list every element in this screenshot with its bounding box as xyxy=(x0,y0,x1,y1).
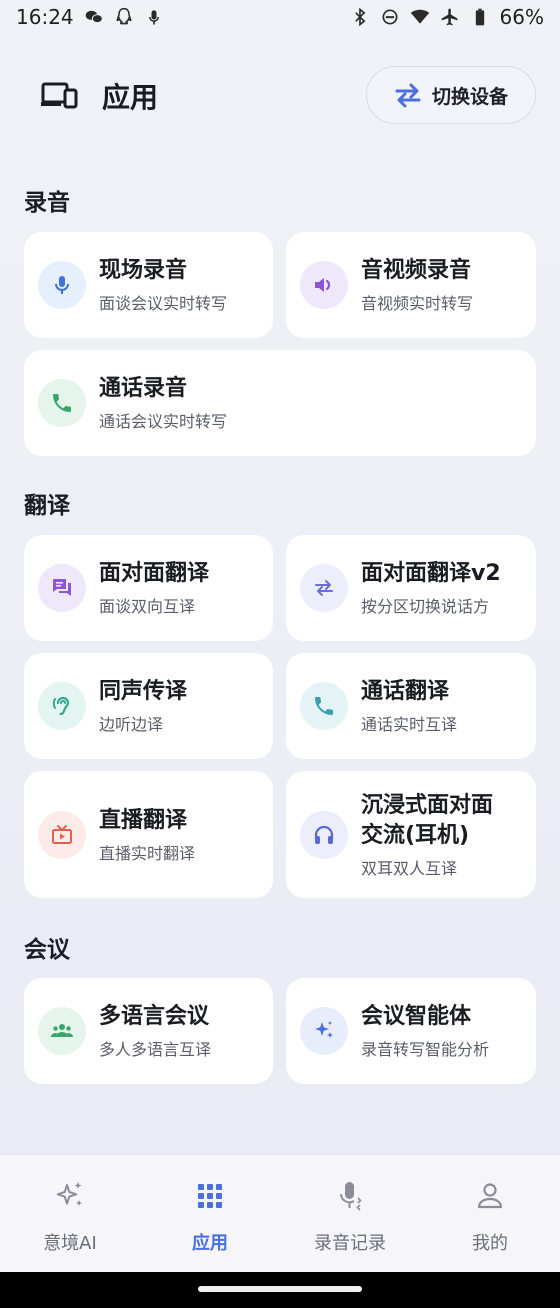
page-title: 应用 xyxy=(102,81,159,114)
grid-icon xyxy=(198,1184,222,1208)
home-indicator[interactable] xyxy=(198,1286,362,1292)
dnd-icon xyxy=(380,7,400,27)
card-face-to-face-translation-v2[interactable]: 面对面翻译v2 按分区切换说话方 xyxy=(286,535,536,641)
speaker-icon xyxy=(300,261,348,309)
card-subtitle: 通话会议实时转写 xyxy=(99,412,228,431)
nav-item-ai[interactable]: 意境AI xyxy=(0,1155,140,1272)
battery-icon xyxy=(470,7,490,27)
wechat-icon xyxy=(84,7,104,27)
card-title: 面对面翻译v2 xyxy=(361,561,501,586)
card-subtitle: 音视频实时转写 xyxy=(361,294,474,313)
card-multilingual-meeting[interactable]: 多语言会议 多人多语言互译 xyxy=(24,978,273,1084)
tv-icon xyxy=(38,810,86,859)
card-title: 通话录音 xyxy=(99,376,188,401)
sparkle-icon xyxy=(56,1182,82,1206)
group-icon xyxy=(38,1007,86,1055)
system-gesture-bar xyxy=(0,1272,560,1308)
nav-label: 意境AI xyxy=(43,1233,97,1254)
mic-icon xyxy=(340,1182,362,1211)
card-subtitle: 边听边译 xyxy=(99,715,164,734)
nav-item-me[interactable]: 我的 xyxy=(420,1155,560,1272)
chat-icon xyxy=(38,564,86,612)
card-title-line2: 交流(耳机) xyxy=(361,822,470,848)
card-subtitle: 录音转写智能分析 xyxy=(361,1040,490,1059)
switch-device-label: 切换设备 xyxy=(431,85,508,108)
battery-level: 66% xyxy=(499,5,544,29)
qq-icon xyxy=(114,7,134,27)
card-subtitle: 面谈会议实时转写 xyxy=(99,294,228,313)
section-title-recording: 录音 xyxy=(24,190,70,216)
card-title: 会议智能体 xyxy=(361,1004,472,1029)
switch-device-button[interactable]: 切换设备 xyxy=(366,66,536,124)
section-title-meeting: 会议 xyxy=(24,937,70,963)
card-live-translation[interactable]: 直播翻译 直播实时翻译 xyxy=(24,771,273,898)
person-icon xyxy=(477,1183,503,1209)
card-title: 直播翻译 xyxy=(99,807,188,833)
wifi-icon xyxy=(410,7,430,27)
swap-arrows-icon xyxy=(395,83,421,108)
bluetooth-icon xyxy=(350,7,370,27)
card-subtitle: 多人多语言互译 xyxy=(99,1040,212,1059)
nav-item-apps[interactable]: 应用 xyxy=(140,1155,280,1272)
app-header: 应用 切换设备 xyxy=(0,64,560,128)
card-subtitle: 直播实时翻译 xyxy=(99,843,196,863)
devices-icon xyxy=(40,77,78,115)
card-title: 音视频录音 xyxy=(361,258,472,283)
nav-item-recordings[interactable]: 录音记录 xyxy=(280,1155,420,1272)
card-face-to-face-translation[interactable]: 面对面翻译 面谈双向互译 xyxy=(24,535,273,641)
card-meeting-agent[interactable]: 会议智能体 录音转写智能分析 xyxy=(286,978,536,1084)
nav-label: 录音记录 xyxy=(314,1233,386,1254)
section-title-translation: 翻译 xyxy=(24,493,70,519)
mic-icon xyxy=(144,7,164,27)
bottom-navigation: 意境AI 应用 录音记录 我的 xyxy=(0,1154,560,1272)
sparkle-icon xyxy=(300,1007,348,1055)
card-title-line1: 沉浸式面对面 xyxy=(361,792,494,818)
status-time: 16:24 xyxy=(16,5,74,29)
card-simultaneous-interpretation[interactable]: 同声传译 边听边译 xyxy=(24,653,273,759)
card-call-recording[interactable]: 通话录音 通话会议实时转写 xyxy=(24,350,536,456)
card-title: 通话翻译 xyxy=(361,679,450,704)
card-title: 面对面翻译 xyxy=(99,561,210,586)
headphones-icon xyxy=(300,810,348,859)
swap-icon xyxy=(300,564,348,612)
card-title: 现场录音 xyxy=(99,258,188,283)
nav-label: 我的 xyxy=(472,1233,508,1254)
airplane-icon xyxy=(440,7,460,27)
mic-icon xyxy=(38,261,86,309)
card-subtitle: 通话实时互译 xyxy=(361,715,458,734)
hearing-icon xyxy=(38,682,86,730)
card-onsite-recording[interactable]: 现场录音 面谈会议实时转写 xyxy=(24,232,273,338)
card-immersive-headphones[interactable]: 沉浸式面对面 交流(耳机) 双耳双人互译 xyxy=(286,771,536,898)
card-subtitle: 按分区切换说话方 xyxy=(361,597,490,616)
card-av-recording[interactable]: 音视频录音 音视频实时转写 xyxy=(286,232,536,338)
phone-icon xyxy=(300,682,348,730)
status-bar: 16:24 66% xyxy=(0,0,560,34)
card-call-translation[interactable]: 通话翻译 通话实时互译 xyxy=(286,653,536,759)
card-subtitle: 双耳双人互译 xyxy=(361,858,458,878)
card-subtitle: 面谈双向互译 xyxy=(99,597,196,616)
nav-label: 应用 xyxy=(192,1233,228,1254)
card-title: 同声传译 xyxy=(99,679,188,704)
phone-icon xyxy=(38,379,86,427)
card-title: 多语言会议 xyxy=(99,1004,210,1029)
